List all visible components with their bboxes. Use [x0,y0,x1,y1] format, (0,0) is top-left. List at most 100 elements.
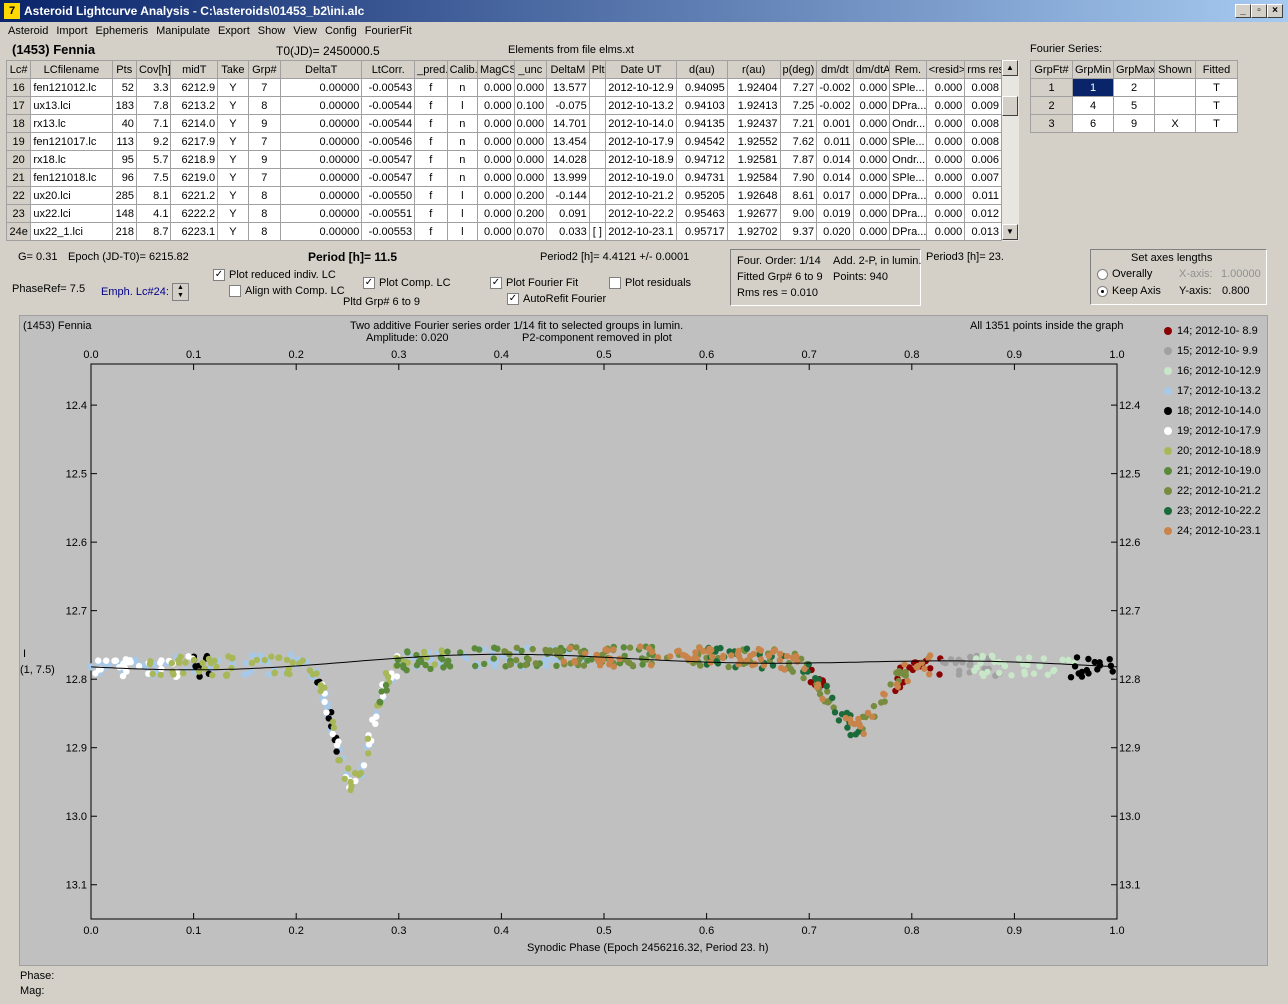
lc-col-header[interactable]: _pred. [414,60,448,79]
lc-cell[interactable]: DPra... [889,96,927,115]
lc-cell[interactable]: 0.007 [964,168,1002,187]
lc-cell[interactable]: Y [217,186,249,205]
lc-cell[interactable]: 0.000 [513,132,548,151]
period2-label[interactable]: Period2 [h]= 4.4121 +/- 0.0001 [540,251,689,263]
lc-cell[interactable]: 0.95205 [676,186,728,205]
lc-cell[interactable]: 6214.0 [170,114,219,133]
lc-cell[interactable]: 148 [111,204,137,223]
lc-col-header[interactable]: _unc [513,60,548,79]
lc-cell[interactable]: -0.00544 [361,114,416,133]
menu-view[interactable]: View [289,23,321,37]
lc-cell[interactable]: 0.000 [852,222,891,241]
lc-cell[interactable]: -0.00550 [361,186,416,205]
lc-cell[interactable]: 1.92581 [726,150,781,169]
lc-cell[interactable]: -0.00553 [361,222,416,241]
lc-cell[interactable]: 13.999 [546,168,590,187]
lc-cell[interactable]: 8 [247,96,282,115]
lc-cell[interactable]: 0.000 [477,114,515,133]
plot-reduced-checkbox[interactable]: ✓ Plot reduced indiv. LC [213,269,336,282]
lc-cell[interactable]: -0.00547 [361,168,416,187]
lc-cell[interactable]: 0.94103 [676,96,728,115]
lc-cell[interactable]: 7.8 [135,96,172,115]
lc-cell[interactable]: -0.144 [546,186,590,205]
ft-cell[interactable]: 9 [1113,114,1155,133]
lc-cell[interactable]: Y [217,114,249,133]
lc-cell[interactable]: 0.000 [852,114,891,133]
lc-cell[interactable]: 6212.9 [170,78,219,97]
lc-cell[interactable]: 95 [111,150,137,169]
lc-col-header[interactable]: Pts [111,60,137,79]
lc-cell[interactable]: 0.009 [964,96,1002,115]
lc-cell[interactable]: 8 [247,222,282,241]
lc-col-header[interactable]: rms res [964,60,1002,79]
lc-col-header[interactable]: Take [217,60,249,79]
x-axis-value[interactable]: 1.00000 [1221,268,1261,280]
lc-cell[interactable]: 8.61 [779,186,818,205]
lc-cell[interactable]: 0.95717 [676,222,728,241]
lc-cell[interactable]: fen121012.lc [30,78,113,97]
lc-cell[interactable] [588,186,606,205]
lc-col-header[interactable]: Date UT [604,60,678,79]
lc-cell[interactable]: 0.00000 [280,150,363,169]
lc-cell[interactable]: 0.000 [925,96,966,115]
lc-cell[interactable]: 7.62 [779,132,818,151]
lc-cell[interactable]: 0.020 [816,222,854,241]
lc-cell[interactable]: DPra... [889,204,927,223]
lc-cell[interactable]: 9.00 [779,204,818,223]
ft-cell[interactable]: 6 [1072,114,1114,133]
lc-cell[interactable]: f [414,132,448,151]
lc-cell[interactable]: 0.000 [925,222,966,241]
lc-cell[interactable]: 0.008 [964,78,1002,97]
lc-cell[interactable] [588,96,606,115]
lc-col-header[interactable]: Rem. [889,60,927,79]
lc-row[interactable]: 20 rx18.lc 95 5.7 6218.9 Y 9 0.00000 -0.00547 f n 0… [5,150,1002,169]
lc-cell[interactable]: 6218.9 [170,150,219,169]
lc-cell[interactable]: 113 [111,132,137,151]
lc-cell[interactable]: 0.001 [816,114,854,133]
phaseref-label[interactable]: PhaseRef= 7.5 [12,283,85,295]
lc-cell[interactable]: 2012-10-22.2 [604,204,678,223]
lc-cell[interactable] [588,150,606,169]
lc-cell[interactable]: 0.00000 [280,204,363,223]
lc-cell[interactable]: 0.000 [852,150,891,169]
ft-cell[interactable]: 3 [1030,114,1073,133]
lc-cell[interactable]: 40 [111,114,137,133]
menu-import[interactable]: Import [52,23,91,37]
lc-cell[interactable]: 2012-10-23.1 [604,222,678,241]
lc-cell[interactable]: 0.94135 [676,114,728,133]
lc-cell[interactable]: 7 [247,132,282,151]
menu-fourierfit[interactable]: FourierFit [361,23,416,37]
lc-cell[interactable]: 0.200 [513,204,548,223]
lc-col-header[interactable]: LtCorr. [361,60,416,79]
lc-cell[interactable]: f [414,96,448,115]
lc-cell[interactable]: 0.000 [925,204,966,223]
lc-cell[interactable]: 1.92413 [726,96,781,115]
lc-cell[interactable]: 3.3 [135,78,172,97]
ft-cell[interactable]: T [1195,78,1238,97]
lc-col-header[interactable]: dm/dt [816,60,854,79]
ft-row[interactable]: 369XT [1030,114,1238,133]
lc-cell[interactable]: n [446,114,479,133]
lc-cell[interactable]: Y [217,96,249,115]
ft-cell[interactable]: 5 [1113,96,1155,115]
lc-cell[interactable]: 0.000 [477,150,515,169]
lc-cell[interactable]: 0.000 [925,114,966,133]
lc-cell[interactable]: n [446,150,479,169]
lc-cell[interactable]: 2012-10-13.2 [604,96,678,115]
lc-cell[interactable]: 1.92702 [726,222,781,241]
lc-col-header[interactable]: r(au) [726,60,781,79]
lc-cell[interactable]: -0.00544 [361,96,416,115]
lc-cell[interactable]: SPle... [889,132,927,151]
lc-row[interactable]: 18 rx13.lc 40 7.1 6214.0 Y 9 0.00000 -0.00544 f n 0… [5,114,1002,133]
lc-cell[interactable]: 7.21 [779,114,818,133]
ft-cell[interactable]: X [1154,114,1196,133]
lc-col-header[interactable]: midT [170,60,219,79]
lc-cell[interactable]: l [446,96,479,115]
lc-cell[interactable]: f [414,150,448,169]
scroll-thumb[interactable] [1002,96,1018,116]
lc-cell[interactable]: 0.00000 [280,78,363,97]
lc-col-header[interactable]: Cov[h] [135,60,172,79]
ft-cell[interactable]: 1 [1030,78,1073,97]
lc-cell[interactable]: 2012-10-12.9 [604,78,678,97]
lc-cell[interactable]: 0.000 [477,96,515,115]
